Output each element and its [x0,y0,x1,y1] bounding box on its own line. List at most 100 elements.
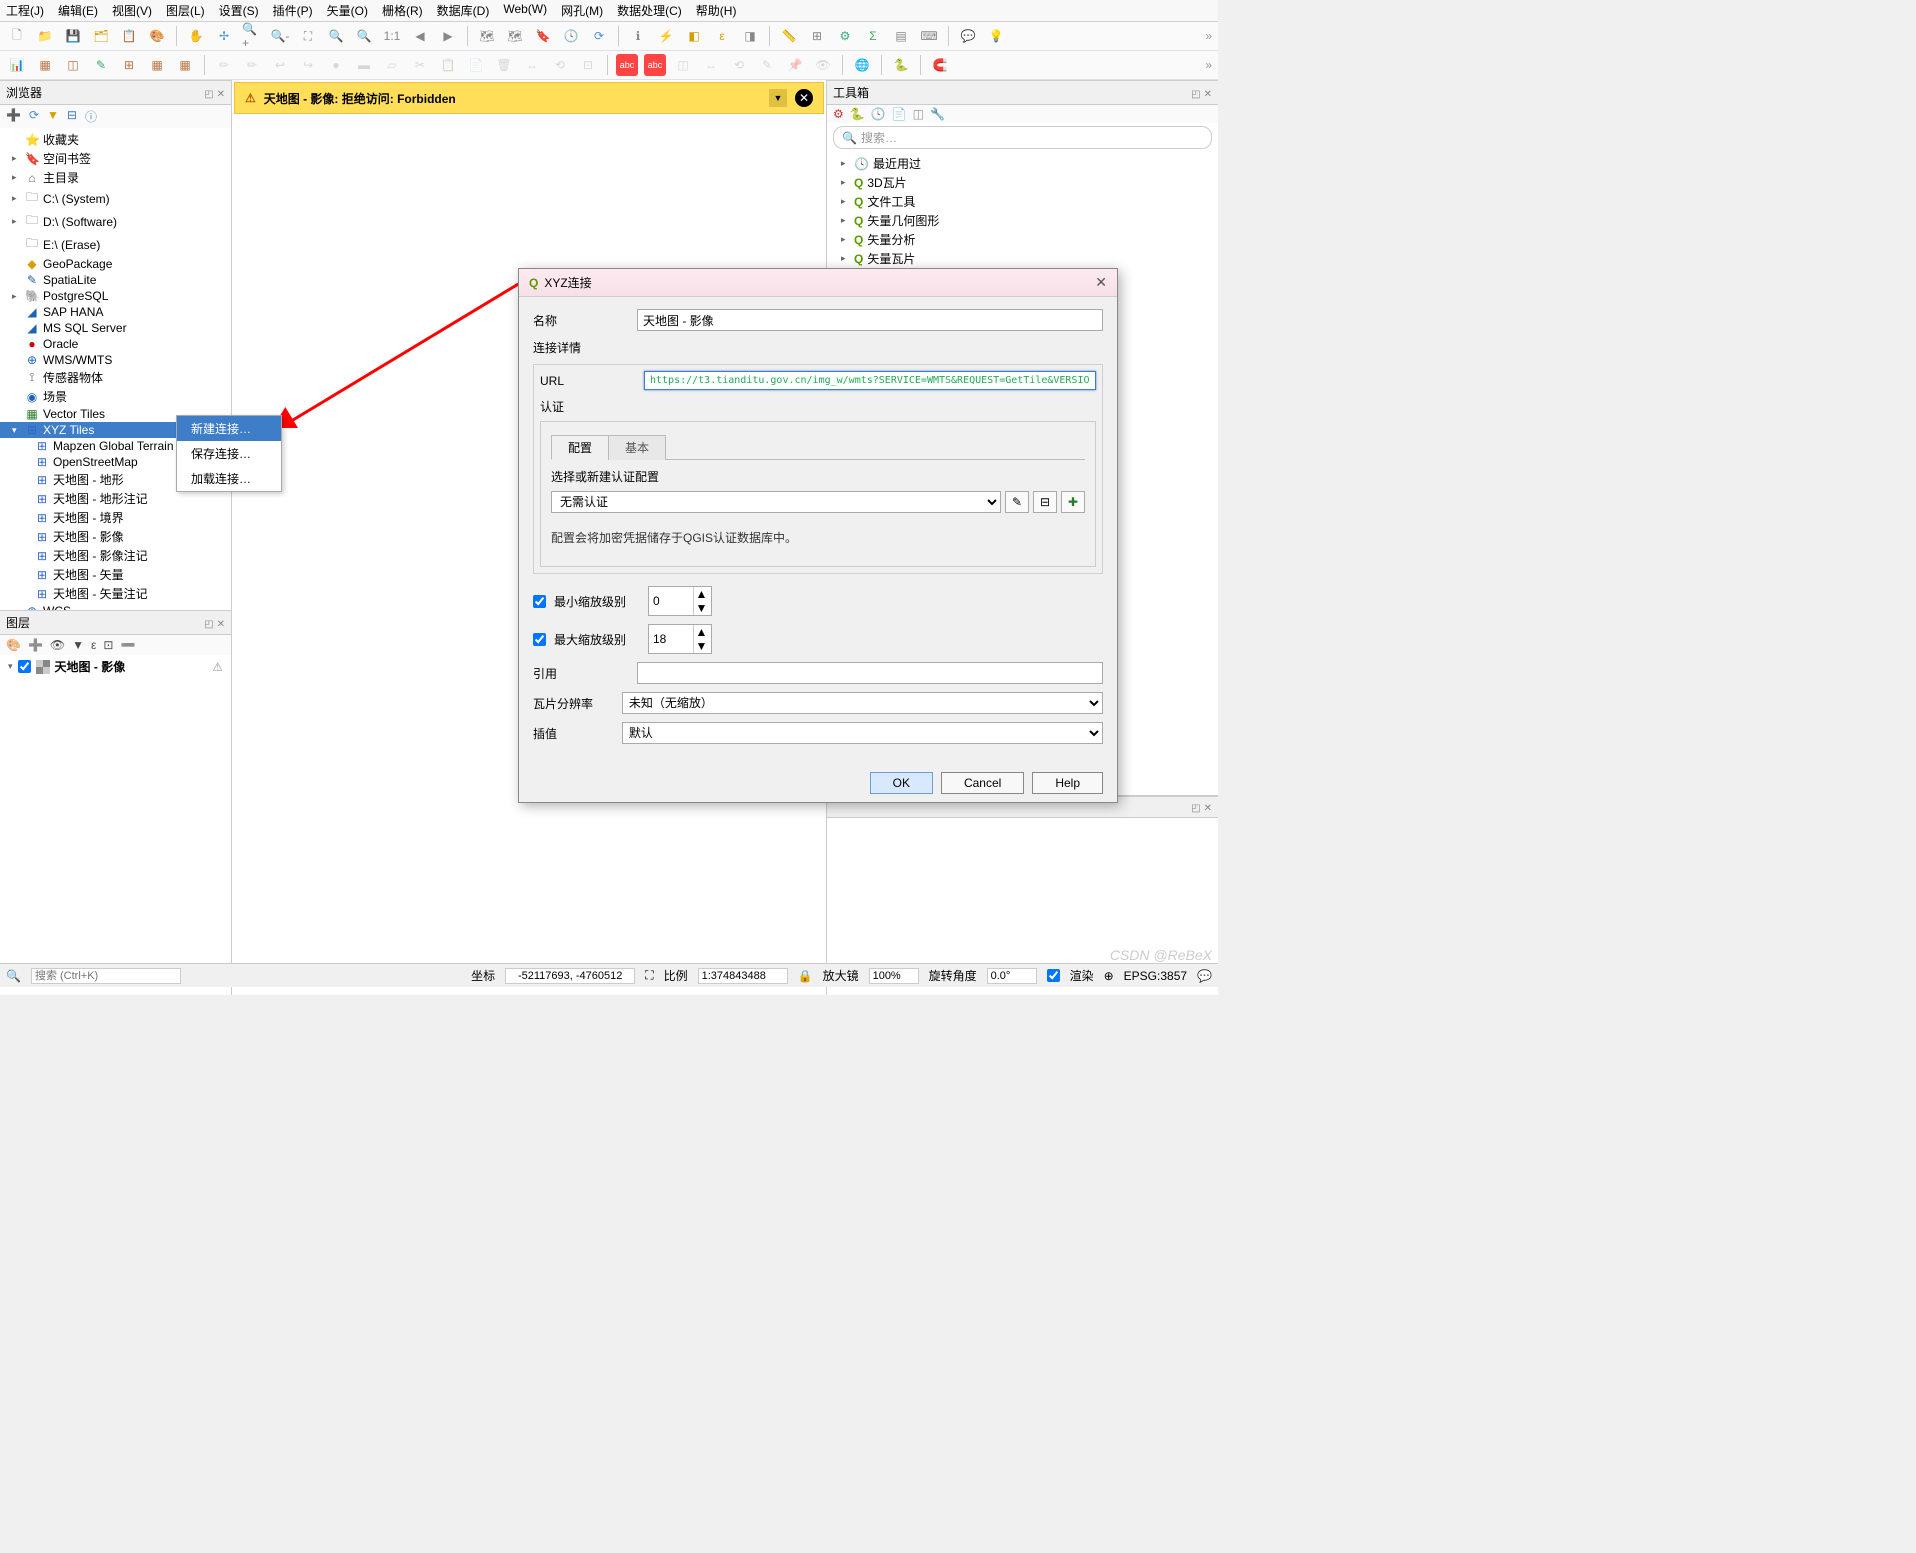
new-3d-icon[interactable]: 🗺 [504,25,526,47]
filter-icon[interactable]: ▼ [47,108,59,125]
menu-item[interactable]: 设置(S) [219,2,259,19]
min-zoom-input[interactable] [649,587,693,615]
measure-icon[interactable]: 📏 [778,25,800,47]
zoomout-icon[interactable]: 🔍- [269,25,291,47]
save-icon[interactable]: 💾 [62,25,84,47]
close-warning-icon[interactable]: ✕ [795,89,813,107]
model-icon[interactable]: ◫ [913,107,924,121]
tree-item[interactable]: ▸🐘PostgreSQL [0,288,231,304]
dock-icon[interactable]: ◰ [204,89,213,100]
magnet-icon[interactable]: 🧲 [929,54,951,76]
tips-icon[interactable]: 💡 [985,25,1007,47]
toolbox-item[interactable]: ▸Q矢量几何图形 [833,211,1212,230]
expr-icon[interactable]: ε [91,638,96,652]
tree-item[interactable]: ◆GeoPackage [0,256,231,272]
xyz-icon[interactable]: ▦ [174,54,196,76]
collapse-icon[interactable]: ⊟ [67,108,77,125]
ok-button[interactable]: OK [870,772,933,794]
context-item[interactable]: 加载连接… [177,466,281,491]
refresh-icon[interactable]: ⟳ [588,25,610,47]
menu-item[interactable]: 网孔(M) [561,2,603,19]
table-icon[interactable]: ▤ [890,25,912,47]
refresh-browser-icon[interactable]: ⟳ [29,108,39,125]
interp-select[interactable]: 默认 [622,722,1103,744]
toolbox-item[interactable]: ▸Q3D瓦片 [833,173,1212,192]
menu-item[interactable]: 栅格(R) [382,2,423,19]
toolbox-item[interactable]: ▸Q矢量瓦片 [833,249,1212,268]
tree-item[interactable]: 🗀E:\ (Erase) [0,233,231,256]
menu-item[interactable]: 数据库(D) [437,2,490,19]
toolbox-item[interactable]: ▸Q矢量分析 [833,230,1212,249]
tree-item[interactable]: ⊞天地图 - 影像 [0,527,231,546]
menu-item[interactable]: 插件(P) [273,2,313,19]
scale-input[interactable] [698,968,788,984]
tree-item[interactable]: ▸🗀C:\ (System) [0,187,231,210]
lock-icon[interactable]: 🔒 [798,969,813,983]
add-layer-icon[interactable]: ➕ [6,108,21,125]
toolbox-search[interactable]: 🔍 搜索… [833,126,1212,149]
temporal-icon[interactable]: 🕓 [560,25,582,47]
proc-gear-icon[interactable]: ⚙ [833,107,844,121]
pan-sel-icon[interactable]: ✢ [213,25,235,47]
remove-auth-icon[interactable]: ⊟ [1033,491,1057,513]
context-item[interactable]: 保存连接… [177,441,281,466]
coord-input[interactable] [505,968,635,984]
results-icon[interactable]: 📄 [892,107,907,121]
tree-item[interactable]: ⟟传感器物体 [0,368,231,387]
open-icon[interactable]: 📁 [34,25,56,47]
raster-icon[interactable]: ▦ [34,54,56,76]
zoom-full-icon[interactable]: ⛶ [297,25,319,47]
add-group-icon[interactable]: ➕ [28,638,43,652]
max-zoom-input[interactable] [649,625,693,653]
collapse-warning-icon[interactable]: ▼ [769,89,787,107]
zoom-native-icon[interactable]: 1:1 [381,25,403,47]
toolbox-item[interactable]: ▸Q文件工具 [833,192,1212,211]
keyboard-icon[interactable]: ⌨ [918,25,940,47]
python-icon[interactable]: 🐍 [890,54,912,76]
close-dialog-icon[interactable]: ✕ [1095,274,1107,291]
style-icon[interactable]: 🎨 [146,25,168,47]
menu-item[interactable]: 视图(V) [112,2,152,19]
browser-tree[interactable]: ⭐收藏夹▸🔖空间书签▸⌂主目录▸🗀C:\ (System)▸🗀D:\ (Soft… [0,128,231,610]
tree-item[interactable]: ⭐收藏夹 [0,130,231,149]
tree-item[interactable]: ◢SAP HANA [0,304,231,320]
python-script-icon[interactable]: 🐍 [850,107,865,121]
tree-item[interactable]: ▸⌂主目录 [0,168,231,187]
zoom-layer-icon[interactable]: 🔍 [353,25,375,47]
close-panel-icon[interactable]: ✕ [1204,89,1212,100]
history-icon[interactable]: 🕓 [871,107,886,121]
zoomin-icon[interactable]: 🔍+ [241,25,263,47]
tree-item[interactable]: ⊞天地图 - 影像注记 [0,546,231,565]
stats-icon[interactable]: Σ [862,25,884,47]
dock-icon[interactable]: ◰ [204,619,213,630]
auth-select[interactable]: 无需认证 [551,491,1001,513]
new-icon[interactable]: 🗋 [6,25,28,47]
select-expr-icon[interactable]: ε [711,25,733,47]
dock-icon[interactable]: ◰ [1191,89,1200,100]
close-panel-icon[interactable]: ✕ [217,619,225,630]
url-input[interactable] [644,371,1096,390]
render-checkbox[interactable] [1047,969,1060,982]
identify-icon[interactable]: ℹ [627,25,649,47]
filter-layers-icon[interactable]: ▼ [72,638,84,652]
tile-res-select[interactable]: 未知（无缩放） [622,692,1103,714]
epsg-label[interactable]: EPSG:3857 [1124,969,1187,983]
add-auth-icon[interactable]: ✚ [1061,491,1085,513]
rot-input[interactable] [987,968,1037,984]
tree-item[interactable]: ⊕WMS/WMTS [0,352,231,368]
tab-config[interactable]: 配置 [551,435,609,460]
menu-item[interactable]: 帮助(H) [696,2,737,19]
saveas-icon[interactable]: 🗂 [90,25,112,47]
quick-search-input[interactable] [31,968,181,984]
tree-item[interactable]: ▸🔖空间书签 [0,149,231,168]
layer-visibility-checkbox[interactable] [18,660,31,673]
delim-icon[interactable]: ✎ [90,54,112,76]
name-input[interactable] [637,309,1103,331]
menu-item[interactable]: 数据处理(C) [617,2,682,19]
tree-item[interactable]: ◉场景 [0,387,231,406]
menu-item[interactable]: 编辑(E) [58,2,98,19]
layout-icon[interactable]: 📋 [118,25,140,47]
tab-basic[interactable]: 基本 [608,435,666,460]
pan-icon[interactable]: ✋ [185,25,207,47]
dialog-titlebar[interactable]: Q XYZ连接 ✕ [519,269,1117,297]
